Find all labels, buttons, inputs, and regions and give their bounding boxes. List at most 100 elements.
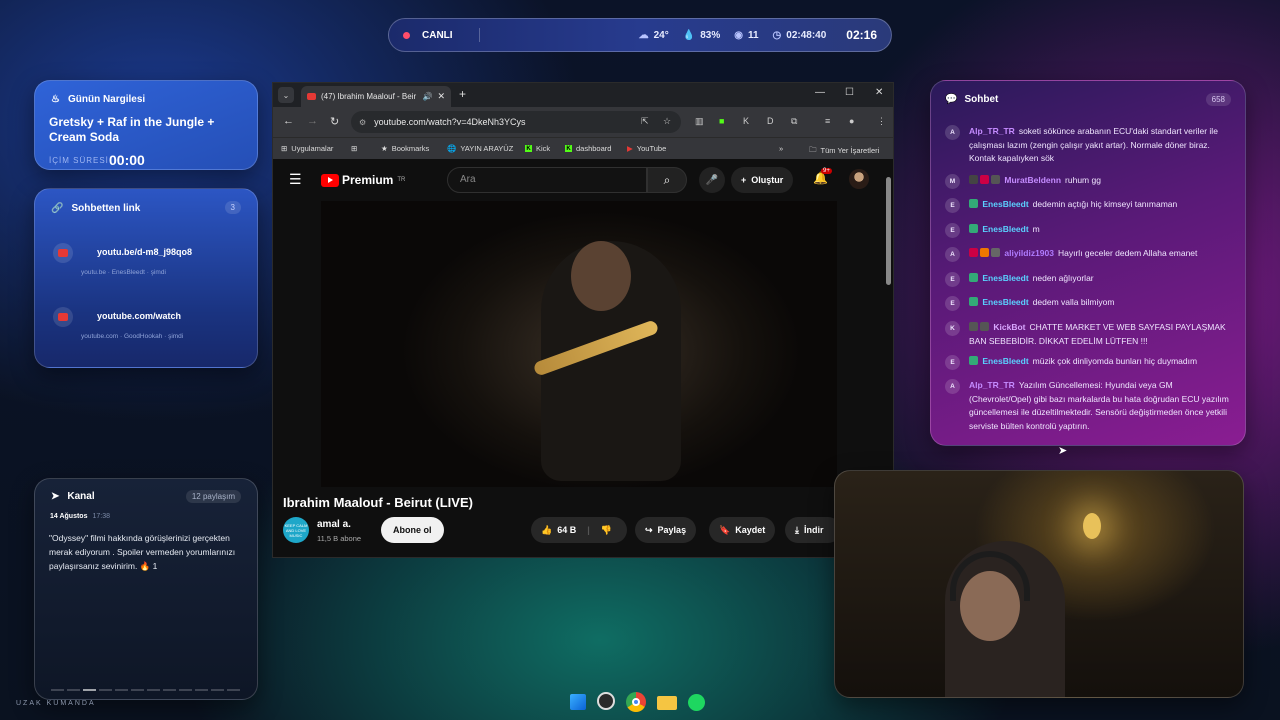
viewers-value: 11: [747, 29, 759, 41]
chat-links-title-text: Sohbetten link: [71, 203, 141, 214]
thumbs-down-icon[interactable]: 👎: [601, 525, 612, 536]
bookmark-item[interactable]: Kdashboard: [565, 144, 611, 153]
chat-text: m: [1032, 224, 1040, 234]
reload-icon[interactable]: ↻: [330, 115, 339, 128]
youtube-logo[interactable]: Premium TR: [321, 173, 405, 187]
post-message: "Odyssey" filmi hakkında görüşlerinizi g…: [49, 533, 236, 571]
bookmark-star-icon[interactable]: ☆: [663, 116, 671, 127]
install-icon[interactable]: ⇱: [641, 116, 649, 127]
tab-list-icon[interactable]: ≡: [825, 116, 830, 126]
voice-search-button[interactable]: 🎤: [699, 167, 725, 193]
extension-icon[interactable]: D: [767, 116, 774, 126]
save-label: Kaydet: [735, 525, 766, 535]
user-avatar: A: [945, 379, 960, 394]
video-player[interactable]: [321, 201, 837, 487]
humidity-value: 83%: [700, 29, 721, 41]
all-bookmarks[interactable]: 🗀 Tüm Yer İşaretleri: [809, 144, 879, 157]
chat-message: A Alp_TR_TR soketi sökünce arabanın ECU'da…: [945, 125, 1235, 166]
share-icon: ↪: [645, 524, 653, 535]
divider: [478, 28, 480, 42]
user-avatar: A: [945, 125, 960, 140]
share-label: Paylaş: [657, 525, 687, 535]
new-tab-button[interactable]: +: [459, 87, 466, 101]
search-icon: ⌕: [663, 172, 671, 187]
chat-username[interactable]: EnesBleedt: [982, 224, 1028, 234]
channel-count-badge: 12 paylaşım: [185, 490, 241, 503]
maximize-button[interactable]: ☐: [845, 87, 854, 98]
badge-icon: [980, 248, 989, 257]
bookmark-grid-icon[interactable]: ⊞: [351, 144, 357, 153]
more-bookmarks-icon[interactable]: »: [779, 144, 783, 153]
extension-icon[interactable]: ■: [719, 116, 724, 126]
webcam-lamp: [1083, 513, 1101, 539]
windows-icon[interactable]: [570, 694, 586, 710]
bookmark-item[interactable]: 🌐 YAYIN ARAYÜZ: [447, 144, 513, 153]
chrome-icon[interactable]: [626, 692, 646, 712]
link-item[interactable]: youtu.be/d-m8_j98qo8 youtu.be · EnesBlee…: [49, 243, 245, 289]
minimize-button[interactable]: —: [815, 87, 825, 98]
search-input[interactable]: Ara: [447, 167, 647, 193]
carousel-dots[interactable]: [51, 689, 240, 691]
chat-username[interactable]: EnesBleedt: [982, 356, 1028, 366]
create-button[interactable]: + Oluştur: [731, 167, 794, 193]
channel-avatar[interactable]: KEEP CALM AND LOVE MUSIC: [283, 517, 309, 543]
bookmark-item[interactable]: ⊞ Uygulamalar: [281, 144, 333, 153]
chat-username[interactable]: Alp_TR_TR: [969, 380, 1015, 390]
bookmark-item[interactable]: K Kick: [525, 144, 550, 153]
star-icon: ★: [381, 144, 388, 153]
chat-username[interactable]: aliyildiz1903: [1004, 248, 1054, 258]
scrollbar[interactable]: [886, 177, 891, 285]
channel-name[interactable]: amal a.: [317, 519, 351, 530]
link-item[interactable]: youtube.com/watch youtube.com · GoodHook…: [49, 307, 245, 353]
obs-icon[interactable]: [597, 692, 615, 710]
forward-icon[interactable]: →: [307, 115, 318, 127]
spotify-icon[interactable]: [688, 694, 705, 711]
avatar[interactable]: [849, 169, 869, 189]
smoke-time: 00:00: [109, 152, 145, 168]
chat-username[interactable]: MuratBeldenn: [1004, 175, 1061, 185]
bookmark-item[interactable]: ★ Bookmarks: [381, 144, 429, 153]
speaker-icon[interactable]: 🔊: [422, 92, 432, 101]
search-button[interactable]: ⌕: [647, 167, 687, 193]
notifications-button[interactable]: 🔔 9+: [813, 168, 832, 185]
chat-username[interactable]: EnesBleedt: [982, 273, 1028, 283]
site-info-icon[interactable]: ⚙: [359, 118, 366, 127]
bookmark-label: YAYIN ARAYÜZ: [460, 144, 514, 153]
folder-icon: 🗀: [809, 145, 817, 154]
chat-username[interactable]: EnesBleedt: [982, 297, 1028, 307]
clock-icon: ◷: [772, 29, 782, 41]
puzzle-icon[interactable]: ⧉: [791, 116, 797, 127]
back-icon[interactable]: ←: [283, 115, 294, 127]
share-button[interactable]: ↪ Paylaş: [635, 517, 697, 543]
profile-icon[interactable]: ●: [849, 116, 854, 126]
close-window-button[interactable]: ✕: [875, 87, 883, 98]
bookmark-item[interactable]: ▶ YouTube: [627, 144, 666, 153]
close-tab-icon[interactable]: ✕: [437, 91, 445, 102]
badge-icon: [969, 248, 978, 257]
chat-message: A Alp_TR_TR Yazılım Güncellemesi: Hyundai …: [945, 379, 1235, 433]
save-button[interactable]: 🔖 Kaydet: [709, 517, 776, 543]
url-field[interactable]: ⚙ youtube.com/watch?v=4DkeNh3YCys: [351, 111, 681, 133]
like-button[interactable]: 👍 64 B | 👎: [531, 517, 627, 543]
subscribe-button[interactable]: Abone ol: [381, 517, 444, 543]
url-text[interactable]: youtube.com/watch?v=4DkeNh3YCys: [374, 117, 525, 127]
chat-text: neden ağlıyorlar: [1032, 273, 1094, 283]
link-url[interactable]: youtu.be/d-m8_j98qo8: [97, 247, 192, 257]
menu-icon[interactable]: ⋮: [877, 116, 886, 127]
download-icon: ⤓: [795, 524, 799, 535]
link-url[interactable]: youtube.com/watch: [97, 311, 181, 321]
download-button[interactable]: ⤓ İndir: [785, 517, 841, 543]
chat-username[interactable]: Alp_TR_TR: [969, 126, 1015, 136]
badge-icon: [969, 356, 978, 365]
live-dot-icon: [403, 31, 410, 39]
tab-search-button[interactable]: ⌄: [278, 87, 294, 103]
hamburger-menu-icon[interactable]: ☰: [289, 171, 302, 188]
kick-extension-icon[interactable]: K: [743, 116, 749, 126]
extension-icon[interactable]: ▥: [695, 116, 704, 127]
chat-username[interactable]: KickBot: [993, 322, 1025, 332]
folder-icon[interactable]: [657, 696, 677, 710]
download-label: İndir: [803, 525, 824, 535]
chat-username[interactable]: EnesBleedt: [982, 199, 1028, 209]
browser-tab[interactable]: (47) Ibrahim Maalouf - Beir 🔊 ✕: [301, 86, 451, 107]
viewers-stat: ◉ 11: [734, 30, 758, 41]
